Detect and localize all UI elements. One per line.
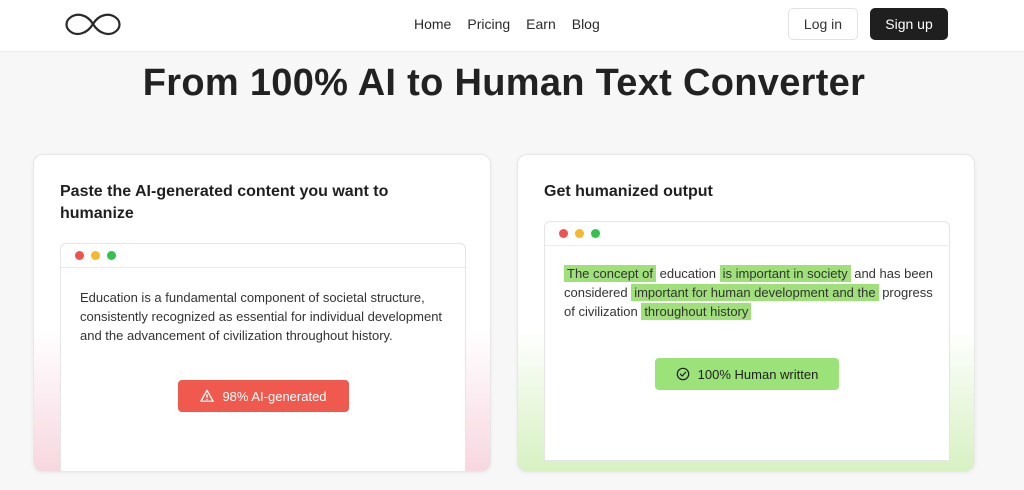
output-card: Get humanized output The concept of educ… <box>517 154 975 472</box>
text-segment: education <box>656 266 720 281</box>
highlight-segment: throughout history <box>641 303 752 320</box>
warning-icon <box>200 389 215 402</box>
nav-links: Home Pricing Earn Blog <box>414 15 616 33</box>
ai-input-text[interactable]: Education is a fundamental component of … <box>80 288 452 345</box>
window-dot-yellow-icon <box>91 251 100 260</box>
window-dot-yellow-icon <box>575 229 584 238</box>
window-titlebar <box>545 222 949 246</box>
output-window: The concept of education is important in… <box>544 221 950 461</box>
nav-link-home[interactable]: Home <box>414 15 451 33</box>
window-dot-red-icon <box>75 251 84 260</box>
nav-link-earn[interactable]: Earn <box>526 15 556 33</box>
infinity-logo-icon[interactable] <box>60 9 126 39</box>
ai-score-badge: 98% AI-generated <box>178 380 349 412</box>
check-circle-icon <box>676 367 689 381</box>
input-card-title: Paste the AI-generated content you want … <box>60 183 389 222</box>
window-dot-green-icon <box>591 229 600 238</box>
input-window: Education is a fundamental component of … <box>60 243 466 471</box>
window-dot-green-icon <box>107 251 116 260</box>
page-title: From 100% AI to Human Text Converter <box>142 62 866 104</box>
output-card-title: Get humanized output <box>544 183 713 200</box>
window-dot-red-icon <box>559 229 568 238</box>
highlight-segment: important for human development and the <box>631 284 879 301</box>
humanized-output-text[interactable]: The concept of education is important in… <box>564 264 936 321</box>
input-card: Paste the AI-generated content you want … <box>33 154 491 472</box>
signup-button[interactable]: Sign up <box>870 8 948 40</box>
login-button[interactable]: Log in <box>788 8 858 40</box>
human-score-badge: 100% Human written <box>655 358 839 390</box>
highlight-segment: is important in society <box>719 265 851 282</box>
highlight-segment: The concept of <box>564 265 656 282</box>
human-score-label: 100% Human written <box>697 366 819 382</box>
window-titlebar <box>61 244 465 268</box>
nav-link-pricing[interactable]: Pricing <box>467 15 510 33</box>
top-navbar: Home Pricing Earn Blog Log in Sign up <box>0 0 1024 52</box>
nav-link-blog[interactable]: Blog <box>572 15 600 33</box>
ai-score-label: 98% AI-generated <box>222 388 327 404</box>
